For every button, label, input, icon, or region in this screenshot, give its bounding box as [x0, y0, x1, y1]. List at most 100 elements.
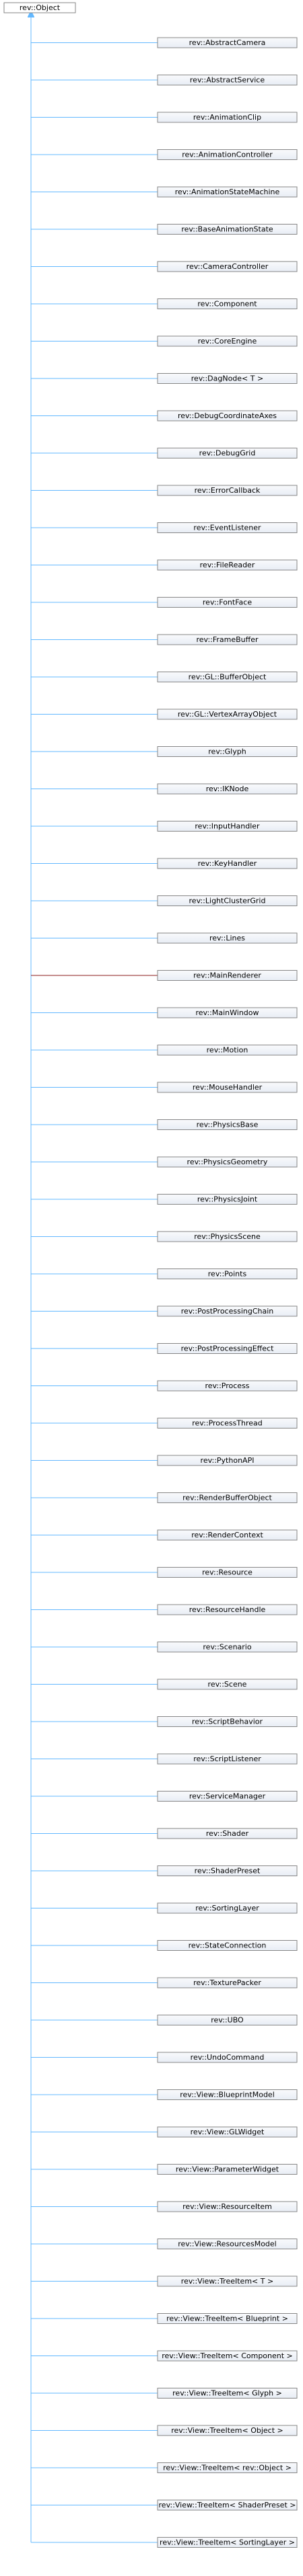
class-node[interactable]: rev::ServiceManager — [157, 1791, 298, 1802]
class-node[interactable]: rev::GL::BufferObject — [157, 672, 298, 682]
class-node-label: rev::Scenario — [203, 1643, 251, 1652]
class-node[interactable]: rev::View::GLWidget — [157, 2126, 298, 2138]
class-node-label: rev::MouseHandler — [193, 1083, 263, 1092]
class-node[interactable]: rev::AnimationClip — [157, 112, 298, 123]
class-node-label: rev::StateConnection — [189, 1941, 267, 1950]
class-node[interactable]: rev::MainWindow — [157, 1007, 298, 1018]
class-node[interactable]: rev::View::TreeItem< T > — [157, 2276, 298, 2287]
class-node[interactable]: rev::BaseAnimationState — [157, 224, 298, 235]
class-node[interactable]: rev::IKNode — [157, 783, 298, 795]
class-node[interactable]: rev::CoreEngine — [157, 335, 298, 347]
class-node[interactable]: rev::View::ResourceItem — [157, 2201, 298, 2212]
class-node[interactable]: rev::StateConnection — [157, 1940, 298, 1951]
class-node[interactable]: rev::PythonAPI — [157, 1455, 298, 1466]
class-node[interactable]: rev::ResourceHandle — [157, 1604, 298, 1615]
class-node-label: rev::BaseAnimationState — [181, 225, 273, 234]
class-node-label: rev::View::TreeItem< Glyph > — [172, 2389, 282, 2398]
class-node[interactable]: rev::KeyHandler — [157, 858, 298, 869]
class-node[interactable]: rev::FontFace — [157, 597, 298, 608]
class-node[interactable]: rev::UBO — [157, 2015, 298, 2025]
class-node[interactable]: rev::DebugGrid — [157, 448, 298, 458]
class-node-label: rev::PhysicsJoint — [197, 1195, 258, 1204]
class-node[interactable]: rev::ShaderPreset — [157, 1865, 298, 1876]
class-node[interactable]: rev::PhysicsScene — [157, 1231, 298, 1242]
class-node-label: rev::LightClusterGrid — [189, 897, 266, 905]
class-node-label: rev::Resource — [202, 1568, 252, 1577]
class-node[interactable]: rev::AbstractService — [157, 75, 298, 85]
class-node[interactable]: rev::InputHandler — [157, 821, 298, 832]
class-node[interactable]: rev::RenderBufferObject — [157, 1492, 298, 1503]
class-node-label: rev::Points — [208, 1270, 247, 1279]
class-node[interactable]: rev::View::TreeItem< ShaderPreset > — [157, 2499, 298, 2511]
class-node[interactable]: rev::EventListener — [157, 522, 298, 533]
class-node[interactable]: rev::DagNode< T > — [157, 373, 298, 384]
class-node[interactable]: rev::FrameBuffer — [157, 634, 298, 645]
class-node[interactable]: rev::DebugCoordinateAxes — [157, 410, 298, 421]
class-node[interactable]: rev::AnimationController — [157, 149, 298, 160]
class-node[interactable]: rev::PostProcessingEffect — [157, 1343, 298, 1354]
class-node[interactable]: rev::Shader — [157, 1828, 298, 1839]
class-node[interactable]: rev::PhysicsGeometry — [157, 1156, 298, 1168]
class-node-label: rev::Scene — [208, 1680, 247, 1689]
class-node[interactable]: rev::PhysicsJoint — [157, 1194, 298, 1205]
class-node[interactable]: rev::PhysicsBase — [157, 1119, 298, 1130]
class-node[interactable]: rev::ProcessThread — [157, 1418, 298, 1428]
class-node[interactable]: rev::RenderContext — [157, 1529, 298, 1541]
class-node[interactable]: rev::Component — [157, 298, 298, 309]
class-node-label: rev::View::ResourcesModel — [178, 2240, 277, 2249]
class-node[interactable]: rev::AbstractCamera — [157, 37, 298, 48]
class-node[interactable]: rev::View::BlueprintModel — [157, 2089, 298, 2100]
root-node-object[interactable]: rev::Object — [3, 2, 76, 13]
class-node[interactable]: rev::View::ParameterWidget — [157, 2164, 298, 2175]
root-node-label: rev::Object — [20, 3, 61, 12]
class-node-label: rev::ProcessThread — [192, 1419, 263, 1428]
class-node-label: rev::View::GLWidget — [191, 2128, 265, 2136]
class-node-label: rev::AnimationStateMachine — [175, 188, 280, 196]
class-node[interactable]: rev::Lines — [157, 932, 298, 944]
class-node-label: rev::PhysicsScene — [194, 1232, 261, 1241]
class-node[interactable]: rev::ScriptListener — [157, 1753, 298, 1765]
class-node[interactable]: rev::ErrorCallback — [157, 485, 298, 496]
class-node[interactable]: rev::PostProcessingChain — [157, 1305, 298, 1317]
class-node[interactable]: rev::MouseHandler — [157, 1082, 298, 1093]
class-node-label: rev::UndoCommand — [191, 2053, 265, 2062]
class-node-label: rev::PostProcessingEffect — [181, 1344, 274, 1353]
class-node[interactable]: rev::Resource — [157, 1567, 298, 1578]
class-node[interactable]: rev::Points — [157, 1269, 298, 1279]
class-node-label: rev::ScriptBehavior — [192, 1718, 263, 1726]
class-node[interactable]: rev::View::TreeItem< Blueprint > — [157, 2313, 298, 2324]
class-node[interactable]: rev::GL::VertexArrayObject — [157, 709, 298, 720]
class-node-label: rev::DebugCoordinateAxes — [178, 411, 277, 420]
class-node-label: rev::KeyHandler — [198, 859, 257, 868]
class-node[interactable]: rev::AnimationStateMachine — [157, 186, 298, 198]
class-node[interactable]: rev::View::TreeItem< rev::Object > — [157, 2462, 298, 2473]
class-node-label: rev::AnimationClip — [193, 113, 261, 122]
class-node[interactable]: rev::Glyph — [157, 746, 298, 757]
class-node-label: rev::DagNode< T > — [191, 374, 263, 383]
class-node[interactable]: rev::CameraController — [157, 261, 298, 272]
class-node[interactable]: rev::TexturePacker — [157, 1977, 298, 1988]
class-node-label: rev::MainWindow — [196, 1008, 259, 1017]
class-node[interactable]: rev::View::TreeItem< Object > — [157, 2425, 298, 2436]
class-node-label: rev::GL::VertexArrayObject — [178, 710, 277, 719]
class-node[interactable]: rev::View::TreeItem< Glyph > — [157, 2388, 298, 2399]
class-node[interactable]: rev::View::TreeItem< Component > — [157, 2350, 298, 2362]
class-node-label: rev::ErrorCallback — [195, 486, 261, 495]
class-node-label: rev::View::TreeItem< ShaderPreset > — [159, 2501, 296, 2509]
class-node[interactable]: rev::Scene — [157, 1679, 298, 1690]
class-node[interactable]: rev::SortingLayer — [157, 1902, 298, 1914]
class-node-label: rev::Motion — [207, 1046, 248, 1055]
class-node[interactable]: rev::View::ResourcesModel — [157, 2239, 298, 2249]
class-node[interactable]: rev::Motion — [157, 1045, 298, 1055]
class-node[interactable]: rev::Scenario — [157, 1642, 298, 1652]
class-node[interactable]: rev::ScriptBehavior — [157, 1716, 298, 1727]
class-node[interactable]: rev::Process — [157, 1380, 298, 1392]
class-node-label: rev::UBO — [211, 2016, 244, 2025]
class-node[interactable]: rev::MainRenderer — [157, 970, 298, 981]
class-node-label: rev::InputHandler — [195, 822, 260, 831]
class-node[interactable]: rev::View::TreeItem< SortingLayer > — [157, 2537, 298, 2548]
class-node-label: rev::View::ResourceItem — [182, 2202, 272, 2211]
class-node[interactable]: rev::LightClusterGrid — [157, 895, 298, 906]
class-node[interactable]: rev::UndoCommand — [157, 2052, 298, 2063]
class-node[interactable]: rev::FileReader — [157, 559, 298, 571]
